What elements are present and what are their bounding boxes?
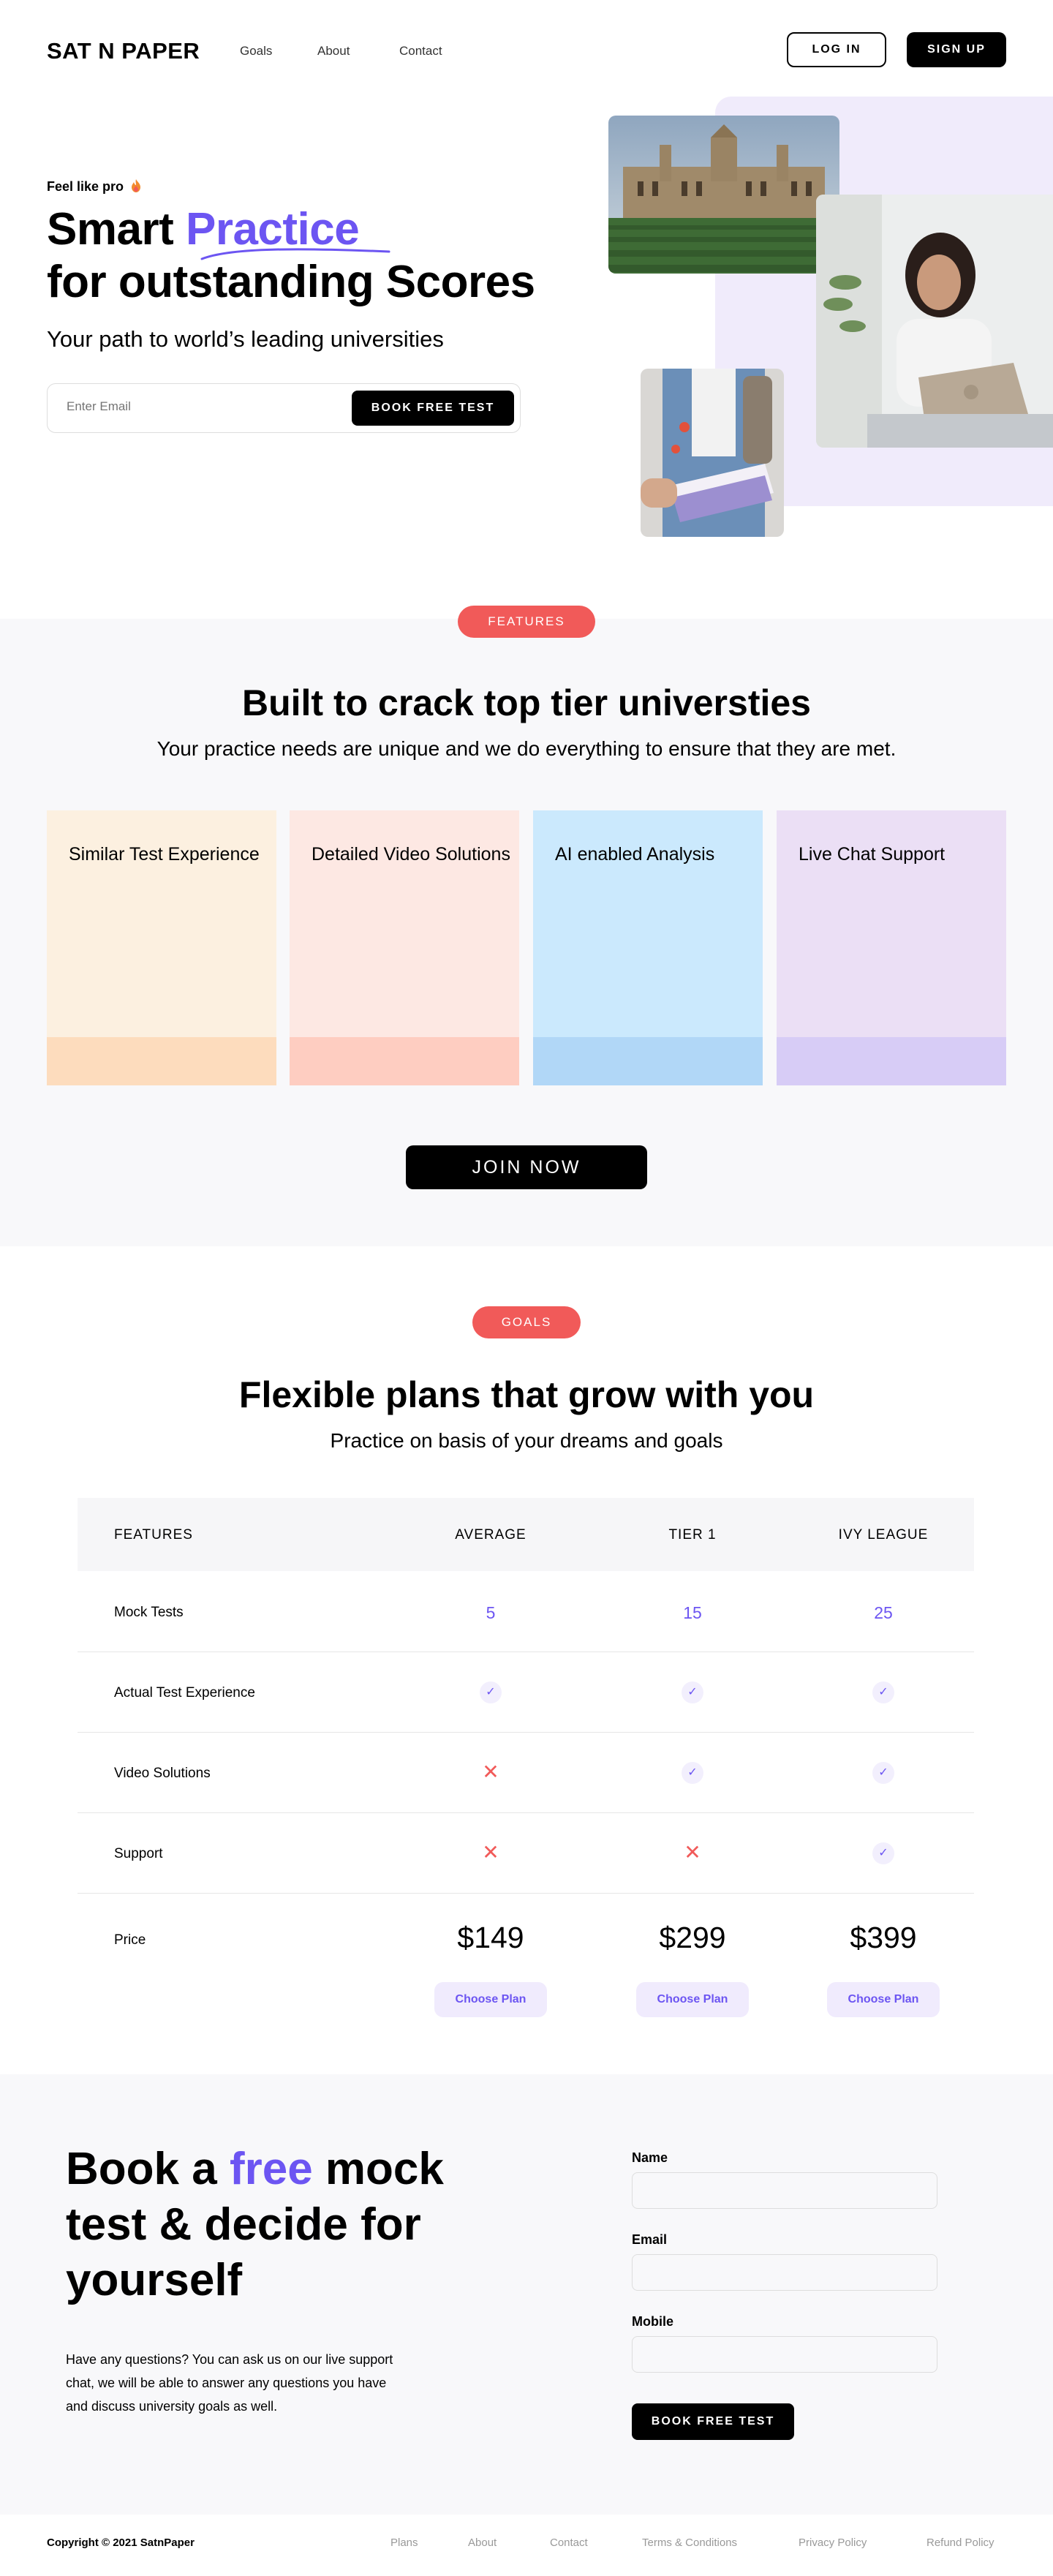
check-icon: ✓ <box>641 1761 744 1784</box>
goals-subtitle: Practice on basis of your dreams and goa… <box>330 1429 723 1452</box>
nav-contact[interactable]: Contact <box>399 44 442 59</box>
column-header-features: FEATURES <box>114 1527 193 1543</box>
feature-card-label: AI enabled Analysis <box>555 844 715 865</box>
login-button[interactable]: LOG IN <box>787 32 886 67</box>
features-pill: FEATURES <box>458 606 595 638</box>
copyright: Copyright © 2021 SatnPaper <box>47 2537 195 2549</box>
check-icon: ✓ <box>641 1681 744 1703</box>
booking-title-accent: free <box>229 2144 313 2194</box>
feature-card: Live Chat Support <box>777 810 1006 1085</box>
row-label-video-solutions: Video Solutions <box>114 1766 211 1781</box>
choose-plan-average-button[interactable]: Choose Plan <box>434 1982 547 2017</box>
cross-icon: ✕ <box>482 1841 499 1864</box>
email-label: Email <box>632 2232 668 2247</box>
check-icon: ✓ <box>832 1761 935 1784</box>
student-laptop-photo <box>816 195 1053 448</box>
email-field[interactable] <box>632 2254 937 2291</box>
nav-about[interactable]: About <box>317 44 350 59</box>
feature-card: Detailed Video Solutions <box>290 810 519 1085</box>
email-input[interactable] <box>67 399 330 414</box>
footer-link-plans[interactable]: Plans <box>390 2537 418 2549</box>
mobile-field[interactable] <box>632 2336 937 2373</box>
booking-title-pre: Book a <box>66 2144 230 2194</box>
hero-eyebrow: Feel like pro <box>47 178 142 195</box>
column-header-tier1: TIER 1 <box>668 1527 717 1543</box>
feature-card-footer <box>533 1037 763 1085</box>
mock-tests-ivy: 25 <box>874 1603 893 1622</box>
feature-card: Similar Test Experience <box>47 810 276 1085</box>
name-field[interactable] <box>632 2172 937 2209</box>
hero-email-form: BOOK FREE TEST <box>47 383 521 433</box>
fire-icon <box>132 179 141 192</box>
row-divider <box>78 1893 974 1894</box>
nav-goals[interactable]: Goals <box>240 44 272 59</box>
check-icon: ✓ <box>832 1681 935 1703</box>
feature-card-label: Live Chat Support <box>799 844 946 865</box>
hero-title-pre: Smart <box>47 204 186 255</box>
footer-link-privacy[interactable]: Privacy Policy <box>799 2537 867 2549</box>
feature-card-footer <box>777 1037 1006 1085</box>
choose-plan-ivy-button[interactable]: Choose Plan <box>827 1982 940 2017</box>
column-header-ivy-league: IVY LEAGUE <box>838 1527 929 1543</box>
check-icon: ✓ <box>439 1681 542 1703</box>
choose-plan-tier1-button[interactable]: Choose Plan <box>636 1982 749 2017</box>
hero-title-line2: for outstanding Scores <box>47 257 535 307</box>
features-title: Built to crack top tier universties <box>242 682 811 723</box>
feature-card-label: Detailed Video Solutions <box>312 844 510 865</box>
row-label-price: Price <box>114 1932 146 1948</box>
row-divider <box>78 1812 974 1813</box>
check-icon: ✓ <box>832 1842 935 1864</box>
signup-button[interactable]: SIGN UP <box>907 32 1006 67</box>
join-now-button[interactable]: JOIN NOW <box>406 1145 647 1189</box>
hero-subtitle: Your path to world’s leading universitie… <box>47 326 444 352</box>
row-label-support: Support <box>114 1846 163 1861</box>
footer-link-terms[interactable]: Terms & Conditions <box>642 2537 737 2549</box>
features-subtitle: Your practice needs are unique and we do… <box>156 737 897 760</box>
cross-icon: ✕ <box>482 1760 499 1783</box>
goals-pill: GOALS <box>472 1306 581 1338</box>
feature-card-label: Similar Test Experience <box>69 844 260 865</box>
column-header-average: AVERAGE <box>455 1527 526 1543</box>
price-average: $149 <box>457 1921 524 1954</box>
footer-link-about[interactable]: About <box>468 2537 497 2549</box>
cross-icon: ✕ <box>684 1841 701 1864</box>
footer-link-refund[interactable]: Refund Policy <box>926 2537 994 2549</box>
footer-link-contact[interactable]: Contact <box>550 2537 588 2549</box>
price-ivy: $399 <box>850 1921 917 1954</box>
hero-eyebrow-text: Feel like pro <box>47 179 124 194</box>
booking-title: Book a free mock test & decide for yours… <box>66 2142 505 2308</box>
booking-submit-button[interactable]: BOOK FREE TEST <box>632 2403 794 2440</box>
university-photo <box>608 116 839 274</box>
book-free-test-button[interactable]: BOOK FREE TEST <box>352 391 514 426</box>
site-logo[interactable]: SAT N PAPER <box>47 38 200 64</box>
goals-title: Flexible plans that grow with you <box>238 1374 815 1415</box>
books-photo <box>641 369 784 537</box>
price-tier1: $299 <box>659 1921 726 1954</box>
name-label: Name <box>632 2150 668 2165</box>
feature-card-footer <box>47 1037 276 1085</box>
mobile-label: Mobile <box>632 2314 673 2329</box>
booking-description: Have any questions? You can ask us on ou… <box>66 2352 393 2414</box>
mock-tests-average: 5 <box>486 1603 496 1622</box>
feature-card-footer <box>290 1037 519 1085</box>
underline-swoosh <box>200 248 390 260</box>
row-label-mock-tests: Mock Tests <box>114 1605 184 1620</box>
mock-tests-tier1: 15 <box>683 1603 702 1622</box>
row-divider <box>78 1732 974 1733</box>
feature-card: AI enabled Analysis <box>533 810 763 1085</box>
row-label-actual-test: Actual Test Experience <box>114 1685 255 1701</box>
